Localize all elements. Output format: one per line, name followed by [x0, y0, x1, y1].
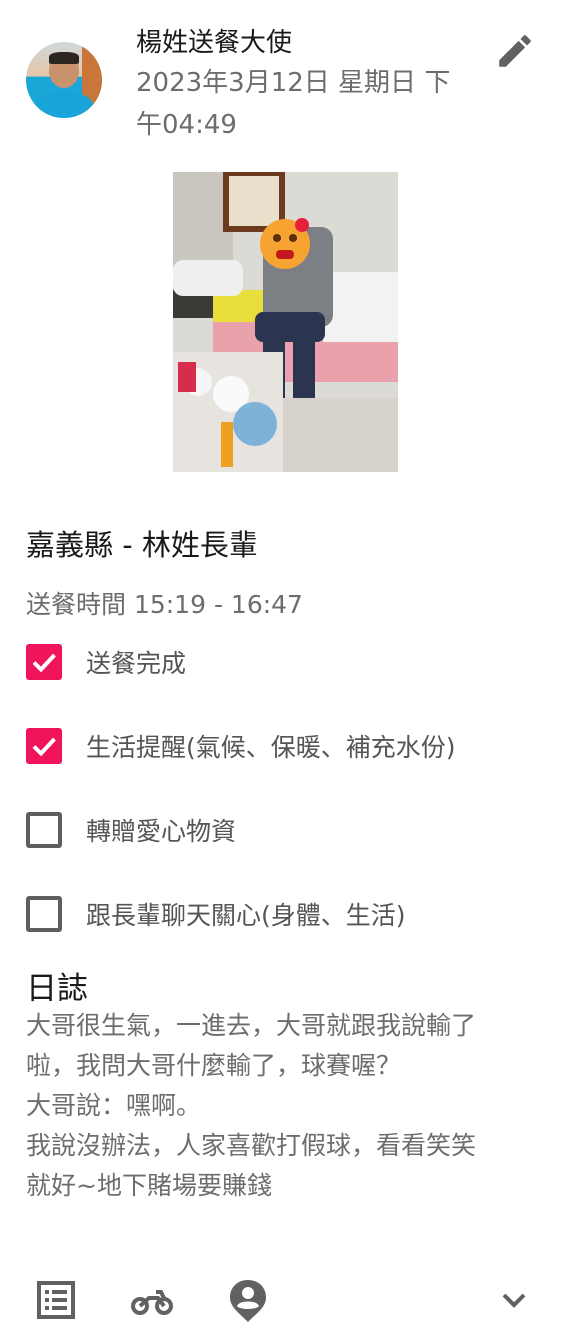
log-line: 就好~地下賭場要賺錢: [26, 1171, 272, 1200]
post-header: 楊姓送餐大使 2023年3月12日 星期日 下午04:49: [0, 0, 574, 150]
checkbox-checked-icon[interactable]: [26, 728, 62, 764]
checkbox-unchecked-icon[interactable]: [26, 812, 62, 848]
checkbox-checked-icon[interactable]: [26, 644, 62, 680]
list-icon[interactable]: [34, 1278, 78, 1322]
checklist-label: 送餐完成: [86, 649, 187, 678]
avatar[interactable]: [26, 42, 102, 118]
avatar-hair: [49, 52, 79, 64]
checkbox-unchecked-icon[interactable]: [26, 896, 62, 932]
checklist-item-chat-care[interactable]: 跟長輩聊天關心(身體、生活): [26, 894, 406, 934]
post-timestamp: 2023年3月12日 星期日 下午04:49: [136, 68, 451, 140]
log-line: 啦，我問大哥什麼輸了，球賽喔？: [26, 1051, 402, 1080]
place-title: 嘉義縣 - 林姓長輩: [26, 528, 258, 562]
delivery-photo[interactable]: [173, 172, 398, 472]
checklist-item-delivery-complete[interactable]: 送餐完成: [26, 642, 186, 682]
checklist-item-life-reminder[interactable]: 生活提醒(氣候、保暖、補充水份): [26, 726, 456, 766]
checklist-label: 跟長輩聊天關心(身體、生活): [86, 901, 406, 930]
avatar-body: [34, 92, 94, 118]
person-pin-icon[interactable]: [226, 1278, 270, 1322]
log-line: 大哥說：嘿啊。: [26, 1091, 202, 1120]
chevron-down-icon[interactable]: [492, 1278, 536, 1322]
log-line: 我說沒辦法，人家喜歡打假球，看看笑笑: [26, 1131, 477, 1160]
motorcycle-icon[interactable]: [130, 1278, 174, 1322]
checklist-label: 轉贈愛心物資: [86, 817, 237, 846]
log-body: 大哥很生氣，一進去，大哥就跟我說輸了 啦，我問大哥什麼輸了，球賽喔？ 大哥說：嘿…: [26, 1006, 556, 1206]
checklist-item-donate-supplies[interactable]: 轉贈愛心物資: [26, 810, 236, 850]
delivery-time: 送餐時間 15:19 - 16:47: [26, 590, 303, 619]
checklist-label: 生活提醒(氣候、保暖、補充水份): [86, 733, 456, 762]
edit-icon[interactable]: [494, 30, 536, 72]
bottom-toolbar: [0, 1270, 574, 1330]
author-name: 楊姓送餐大使: [136, 28, 293, 58]
log-line: 大哥很生氣，一進去，大哥就跟我說輸了: [26, 1011, 477, 1040]
log-title: 日誌: [26, 971, 88, 1007]
